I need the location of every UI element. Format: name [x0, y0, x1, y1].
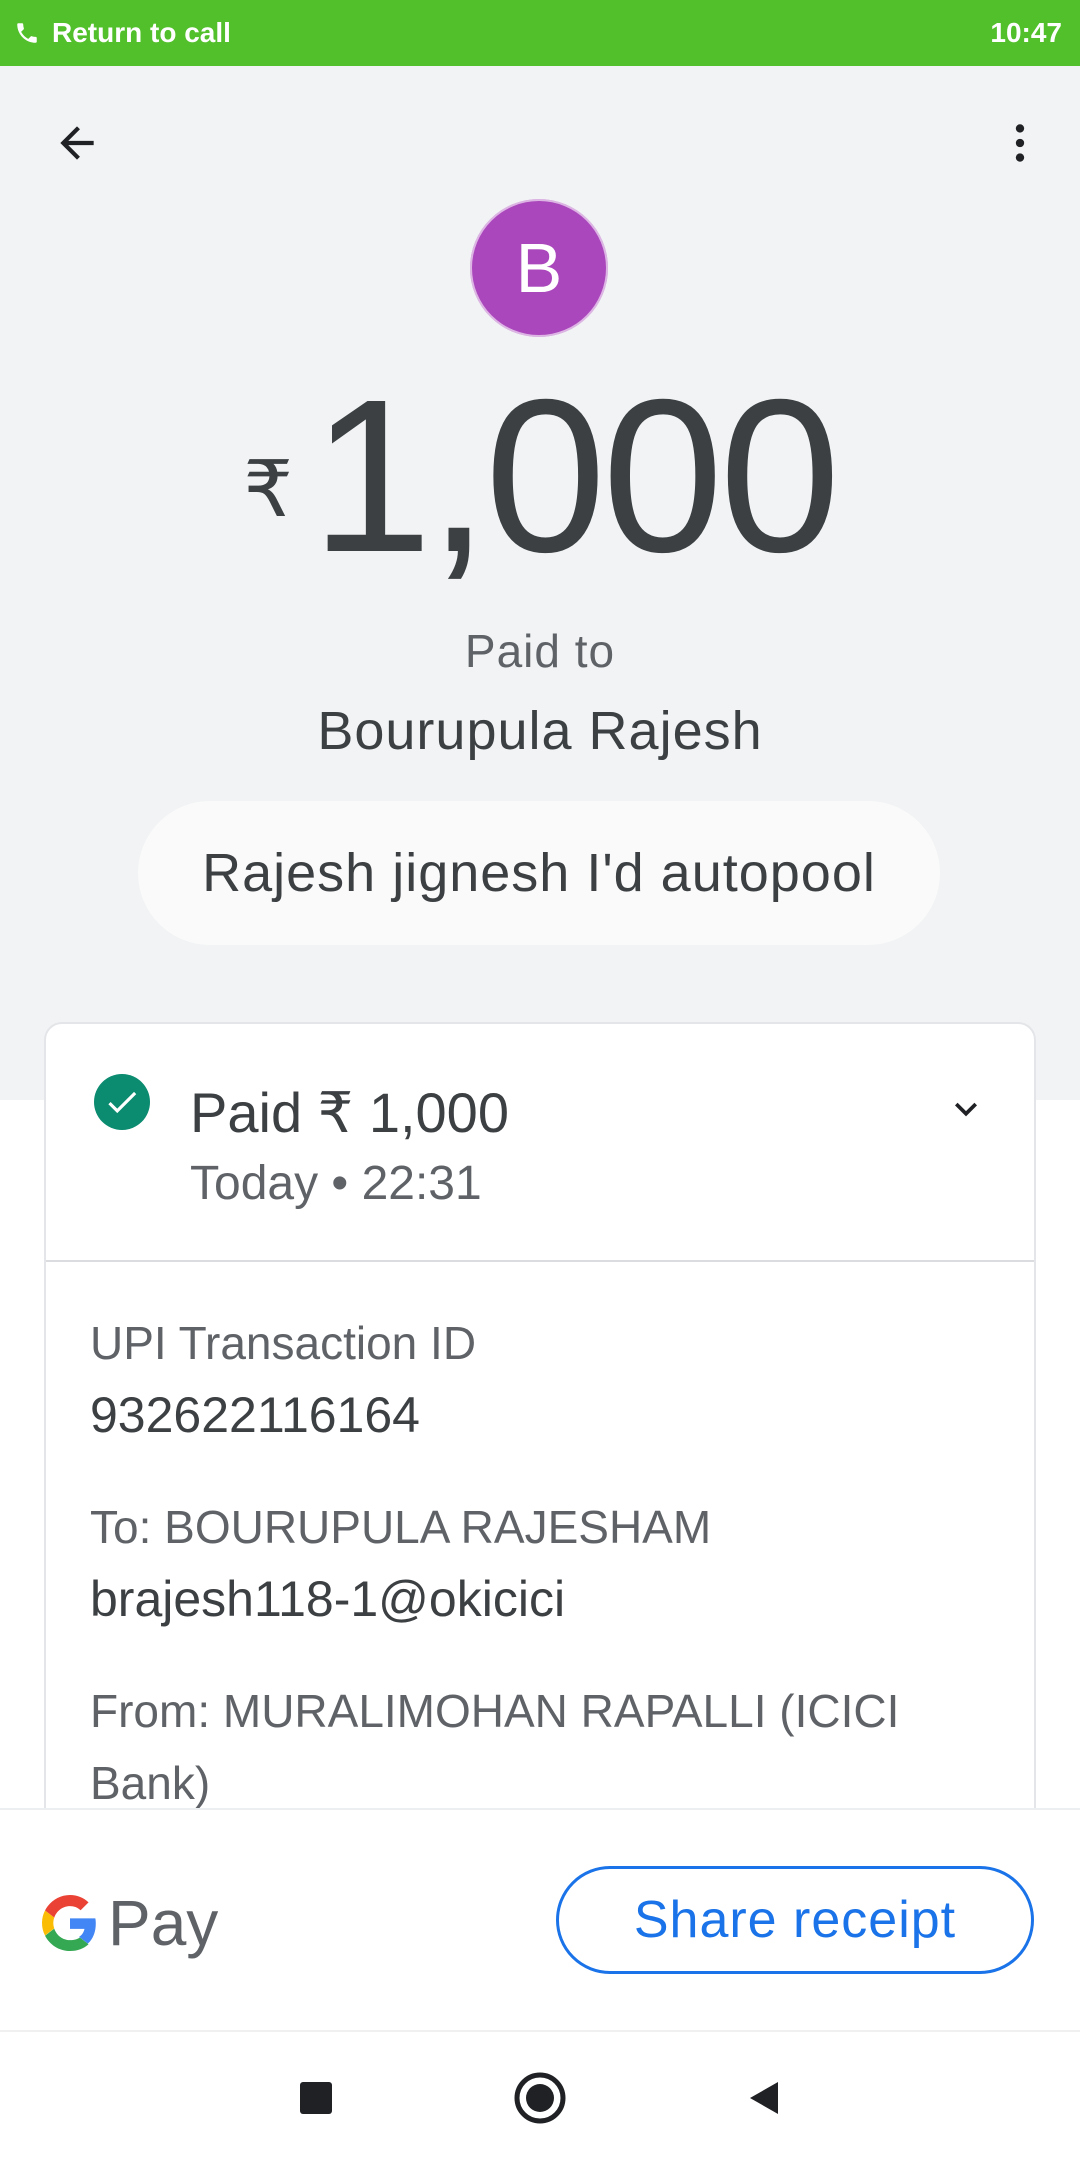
system-back-button[interactable] — [734, 2068, 794, 2128]
bottom-action-bar: Pay Share receipt — [0, 1808, 1080, 2032]
to-account-label: To: BOURUPULA RAJESHAM — [90, 1501, 712, 1553]
share-receipt-label: Share receipt — [633, 1891, 957, 1949]
from-account-label-line1: From: MURALIMOHAN RAPALLI (ICICI — [90, 1685, 900, 1737]
chevron-down-icon — [955, 1102, 977, 1117]
status-bar[interactable]: Return to call 10:47 — [0, 0, 1080, 66]
transaction-details-card: Paid ₹ 1,000 Today • 22:31 UPI Transacti… — [44, 1022, 1036, 1922]
clock: 10:47 — [990, 17, 1062, 48]
transaction-status-header[interactable]: Paid ₹ 1,000 Today • 22:31 — [46, 1024, 1034, 1262]
divider — [46, 1260, 1034, 1262]
transaction-date: Today • 22:31 — [190, 1157, 482, 1210]
paid-amount-text: Paid ₹ 1,000 — [190, 1081, 509, 1144]
check-circle-icon — [94, 1074, 150, 1130]
more-options-button[interactable] — [990, 110, 1050, 176]
circle-home-icon — [514, 2072, 566, 2124]
payment-note-text: Rajesh jignesh I'd autopool — [202, 843, 876, 903]
back-button[interactable] — [44, 110, 110, 176]
square-icon — [300, 2082, 332, 2114]
more-vert-icon — [1015, 124, 1025, 162]
paid-to-label: Paid to — [464, 625, 616, 677]
currency-symbol: ₹ — [243, 445, 294, 533]
system-navigation-bar — [0, 2030, 1080, 2162]
recent-apps-button[interactable] — [286, 2068, 346, 2128]
google-g-icon — [42, 1895, 96, 1951]
gpay-wordmark: Pay — [108, 1887, 219, 1959]
from-account-label-line2: Bank) — [90, 1757, 211, 1809]
amount-value: 1,000 — [311, 355, 841, 598]
home-button[interactable] — [510, 2068, 570, 2128]
upi-transaction-id-label: UPI Transaction ID — [90, 1317, 477, 1369]
payment-note: Rajesh jignesh I'd autopool — [138, 801, 940, 945]
share-receipt-button[interactable]: Share receipt — [556, 1866, 1034, 1974]
expand-button[interactable] — [936, 1084, 996, 1134]
amount-display: ₹ 1,000 — [0, 368, 1080, 586]
back-arrow-icon — [60, 126, 94, 160]
return-to-call[interactable]: Return to call — [14, 17, 231, 49]
upi-transaction-id-value[interactable]: 932622116164 — [90, 1386, 420, 1444]
return-to-call-label: Return to call — [52, 17, 231, 48]
avatar-letter: B — [515, 229, 563, 307]
payee-name: Bourupula Rajesh — [317, 701, 763, 761]
avatar: B — [470, 199, 608, 337]
phone-icon — [17, 23, 37, 43]
to-upi-id[interactable]: brajesh118-1@okicici — [90, 1570, 565, 1628]
gpay-logo: Pay — [42, 1886, 218, 1960]
triangle-back-icon — [750, 2082, 778, 2114]
